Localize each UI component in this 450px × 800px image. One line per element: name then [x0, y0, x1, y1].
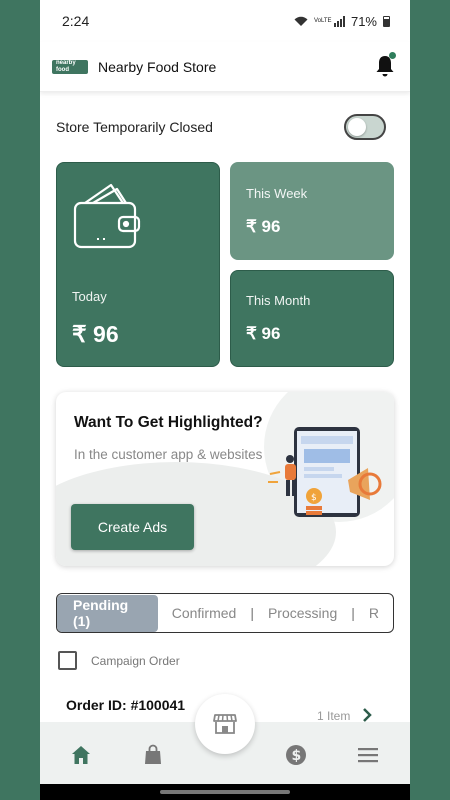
system-home-bar — [40, 784, 410, 800]
battery-percent: 71% — [350, 13, 377, 29]
svg-text:$: $ — [311, 493, 317, 503]
week-earnings-card: This Week ₹ 96 — [230, 162, 394, 260]
order-item-count: 1 Item — [317, 709, 351, 723]
week-value: ₹ 96 — [246, 217, 281, 236]
promo-subtitle: In the customer app & websites — [74, 447, 263, 462]
notification-dot — [389, 52, 396, 59]
wallet-icon — [73, 183, 141, 249]
status-icons: VoLTE 71% — [294, 14, 390, 29]
shopping-bag-icon[interactable] — [142, 744, 164, 766]
store-title: Nearby Food Store — [98, 58, 217, 75]
menu-icon[interactable] — [357, 744, 379, 766]
month-label: This Month — [246, 293, 311, 308]
create-ads-label: Create Ads — [97, 519, 168, 535]
volte-label: VoLTE — [313, 18, 332, 24]
store-fab-button[interactable] — [195, 694, 255, 754]
store-closed-label: Store Temporarily Closed — [56, 119, 213, 135]
create-ads-button[interactable]: Create Ads — [71, 504, 194, 550]
advertising-illustration: $ — [268, 427, 382, 517]
phone-screen: 2:24 VoLTE 71% nearby food Nearby Food S… — [40, 0, 410, 800]
store-closed-row: Store Temporarily Closed — [56, 112, 386, 142]
chevron-right-icon[interactable] — [362, 707, 372, 723]
store-closed-toggle[interactable] — [344, 114, 386, 140]
tab-confirmed[interactable]: Confirmed — [158, 605, 251, 621]
today-value: ₹ 96 — [72, 321, 119, 347]
home-icon[interactable] — [70, 744, 92, 766]
toggle-knob — [348, 118, 366, 136]
store-logo: nearby food — [52, 59, 88, 74]
order-status-tabs: Pending (1) Confirmed | Processing | R — [56, 593, 394, 633]
today-label: Today — [72, 289, 107, 304]
app-bar: nearby food Nearby Food Store — [40, 42, 410, 92]
store-icon — [213, 714, 237, 734]
signal-icon — [333, 15, 345, 27]
battery-icon — [383, 15, 390, 27]
dollar-icon[interactable]: $ — [285, 744, 307, 766]
logo-text: nearby food — [56, 59, 76, 73]
campaign-order-label: Campaign Order — [91, 653, 180, 668]
order-id[interactable]: Order ID: #100041 — [66, 697, 185, 713]
status-time: 2:24 — [62, 13, 90, 29]
campaign-order-filter[interactable]: Campaign Order — [58, 651, 180, 670]
month-value: ₹ 96 — [246, 324, 281, 343]
tab-next[interactable]: R — [355, 605, 393, 621]
wifi-icon — [294, 16, 308, 26]
tab-processing[interactable]: Processing — [254, 605, 351, 621]
svg-text:$: $ — [292, 748, 302, 764]
tab-pending-label: Pending (1) — [73, 597, 129, 629]
promo-title: Want To Get Highlighted? — [74, 414, 263, 431]
status-bar: 2:24 VoLTE 71% — [40, 0, 410, 42]
tab-pending[interactable]: Pending (1) — [57, 594, 158, 632]
highlight-promo-card: Want To Get Highlighted? In the customer… — [56, 392, 394, 566]
home-indicator[interactable] — [160, 790, 290, 794]
today-earnings-card: Today ₹ 96 — [56, 162, 220, 367]
month-earnings-card: This Month ₹ 96 — [230, 270, 394, 367]
week-label: This Week — [246, 186, 308, 201]
campaign-order-checkbox[interactable] — [58, 651, 77, 670]
